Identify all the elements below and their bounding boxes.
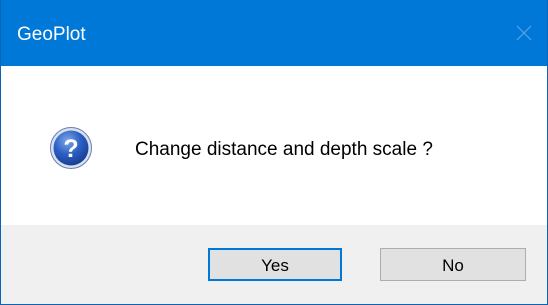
close-icon bbox=[516, 25, 532, 41]
button-bar: Yes No bbox=[1, 225, 547, 304]
message-dialog: GeoPlot ? Change distance and depth scal… bbox=[0, 0, 548, 305]
svg-text:?: ? bbox=[63, 135, 78, 163]
yes-button[interactable]: Yes bbox=[208, 248, 342, 281]
no-button[interactable]: No bbox=[380, 248, 526, 281]
window-title: GeoPlot bbox=[17, 24, 86, 45]
dialog-message: Change distance and depth scale ? bbox=[135, 139, 433, 160]
close-button[interactable] bbox=[501, 0, 547, 66]
question-icon: ? bbox=[50, 127, 92, 169]
title-bar[interactable]: GeoPlot bbox=[1, 0, 547, 66]
dialog-content: ? Change distance and depth scale ? bbox=[1, 66, 547, 225]
